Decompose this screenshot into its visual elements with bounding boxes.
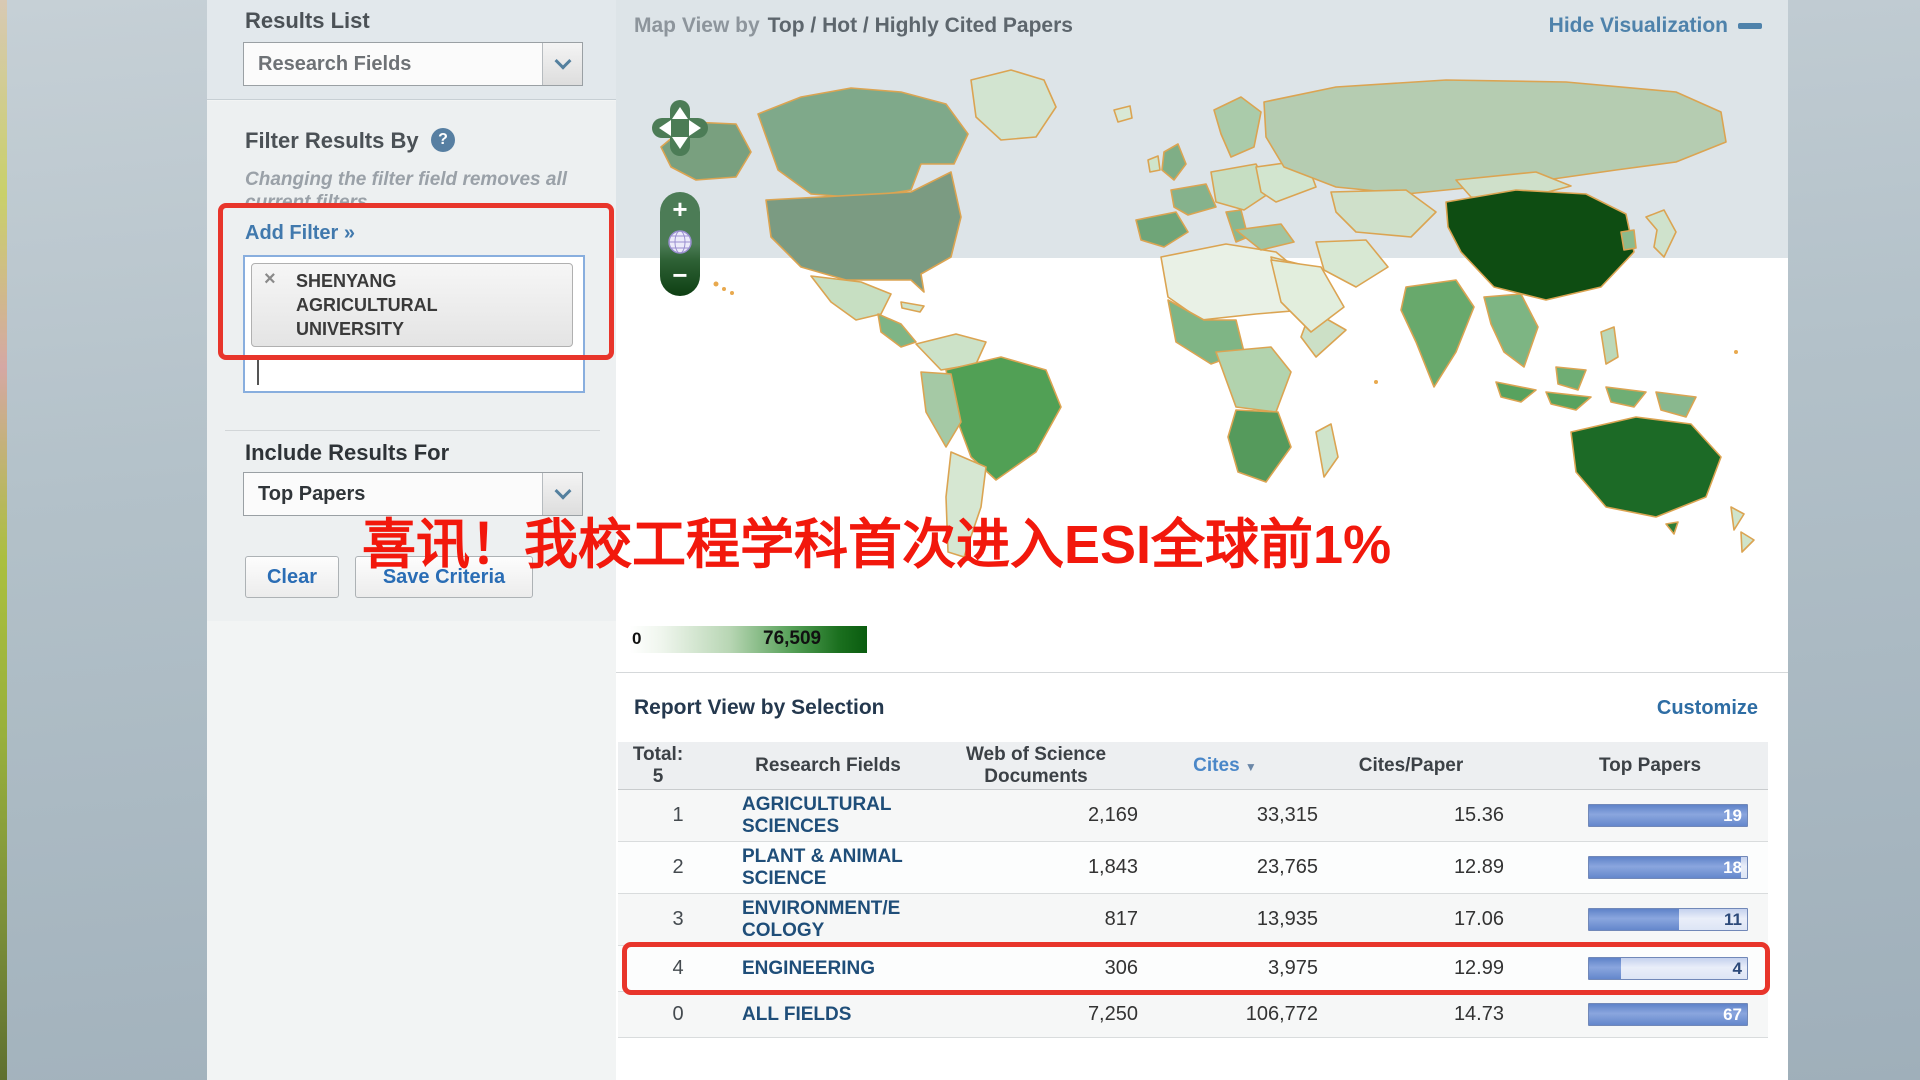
top-papers-bar-fill — [1589, 958, 1621, 979]
zoom-out-icon[interactable]: − — [672, 264, 687, 286]
collapse-icon — [1738, 23, 1762, 29]
top-papers-value: 19 — [1723, 806, 1742, 826]
cpp-cell: 15.36 — [1318, 804, 1504, 827]
top-papers-bar: 18 — [1588, 856, 1748, 879]
map-legend: 0 76,509 — [630, 626, 867, 653]
results-list-dropdown[interactable]: Research Fields — [243, 42, 583, 86]
globe-icon[interactable] — [667, 229, 693, 255]
rank-cell: 0 — [618, 1003, 738, 1026]
field-name-link[interactable]: AGRICULTURALSCIENCES — [738, 794, 1038, 838]
top-papers-bar: 11 — [1588, 908, 1748, 931]
annotation-box-add-filter — [218, 203, 614, 360]
map-title: Top / Hot / Highly Cited Papers — [768, 14, 1073, 38]
total-header: Total: 5 — [630, 744, 686, 788]
table-row[interactable]: 1 AGRICULTURALSCIENCES 2,169 33,315 15.3… — [618, 790, 1768, 842]
top-papers-bar: 4 — [1588, 957, 1748, 980]
top-papers-cell: 19 — [1504, 804, 1768, 827]
sort-desc-icon: ▼ — [1245, 760, 1257, 774]
docs-cell: 1,843 — [1038, 856, 1138, 879]
table-body: 1 AGRICULTURALSCIENCES 2,169 33,315 15.3… — [618, 790, 1768, 1038]
desktop-edge-sliver — [0, 0, 7, 1080]
table-row[interactable]: 3 ENVIRONMENT/ECOLOGY 817 13,935 17.06 1… — [618, 894, 1768, 946]
rank-cell: 4 — [618, 957, 738, 980]
results-list-title: Results List — [245, 8, 370, 34]
clear-button[interactable]: Clear — [245, 556, 339, 598]
customize-link[interactable]: Customize — [1657, 697, 1758, 720]
table-row[interactable]: 2 PLANT & ANIMALSCIENCE 1,843 23,765 12.… — [618, 842, 1768, 894]
legend-max-value: 76,509 — [763, 628, 821, 650]
cites-cell: 23,765 — [1138, 856, 1318, 879]
cites-cell: 106,772 — [1138, 1003, 1318, 1026]
map-title-prefix: Map View by — [634, 14, 760, 38]
report-table: Total: 5 Research Fields Web of Science … — [618, 742, 1768, 1038]
field-name-link[interactable]: PLANT & ANIMALSCIENCE — [738, 846, 1038, 890]
docs-cell: 817 — [1038, 908, 1138, 931]
zoom-in-icon[interactable]: + — [672, 198, 687, 220]
rank-cell: 2 — [618, 856, 738, 879]
cpp-cell: 12.99 — [1318, 957, 1504, 980]
annotation-banner-text: 喜讯！我校工程学科首次进入ESI全球前1% — [362, 500, 1391, 579]
chevron-down-icon — [554, 483, 571, 500]
legend-min-value: 0 — [632, 629, 641, 649]
docs-cell: 306 — [1038, 957, 1138, 980]
cites-cell: 33,315 — [1138, 804, 1318, 827]
cpp-cell: 12.89 — [1318, 856, 1504, 879]
top-papers-value: 18 — [1723, 858, 1742, 878]
field-name-link[interactable]: ENVIRONMENT/ECOLOGY — [738, 898, 1038, 942]
field-name-link[interactable]: ENGINEERING — [738, 958, 1038, 980]
top-papers-bar: 67 — [1588, 1003, 1748, 1026]
dropdown-chevron-button[interactable] — [542, 43, 582, 85]
top-papers-value: 4 — [1733, 959, 1742, 979]
top-papers-cell: 11 — [1504, 908, 1768, 931]
cites-cell: 13,935 — [1138, 908, 1318, 931]
docs-cell: 7,250 — [1038, 1003, 1138, 1026]
top-papers-value: 67 — [1723, 1005, 1742, 1025]
filter-note-line1: Changing the filter field removes all — [245, 168, 575, 191]
rank-cell: 1 — [618, 804, 738, 827]
top-papers-value: 11 — [1724, 910, 1742, 930]
help-icon[interactable]: ? — [431, 128, 455, 152]
table-row[interactable]: 4 ENGINEERING 306 3,975 12.99 4 — [618, 946, 1768, 992]
map-header: Map View by Top / Hot / Highly Cited Pap… — [634, 10, 1762, 42]
top-papers-cell: 4 — [1504, 957, 1768, 980]
top-papers-bar-fill — [1589, 857, 1741, 878]
table-header-row: Total: 5 Research Fields Web of Science … — [618, 742, 1768, 790]
section-divider — [616, 672, 1788, 673]
results-list-section: Results List Research Fields — [207, 0, 616, 100]
cpp-cell: 14.73 — [1318, 1003, 1504, 1026]
table-row[interactable]: 0 ALL FIELDS 7,250 106,772 14.73 67 — [618, 992, 1768, 1038]
rank-cell: 3 — [618, 908, 738, 931]
chevron-down-icon — [554, 53, 571, 70]
top-papers-bar: 19 — [1588, 804, 1748, 827]
col-research-fields: Research Fields — [738, 755, 918, 777]
col-top-papers[interactable]: Top Papers — [1570, 755, 1730, 777]
include-results-title: Include Results For — [245, 440, 449, 466]
col-cites[interactable]: Cites ▼ — [1145, 755, 1305, 778]
cpp-cell: 17.06 — [1318, 908, 1504, 931]
map-zoom-control[interactable]: + − — [660, 192, 700, 296]
col-cites-per-paper[interactable]: Cites/Paper — [1331, 755, 1491, 777]
map-pan-control[interactable] — [652, 100, 708, 156]
top-papers-cell: 18 — [1504, 856, 1768, 879]
hide-visualization-link[interactable]: Hide Visualization — [1549, 14, 1762, 38]
cites-cell: 3,975 — [1138, 957, 1318, 980]
report-title: Report View by Selection — [634, 696, 885, 720]
report-header: Report View by Selection Customize — [634, 690, 1758, 726]
col-wos-documents[interactable]: Web of Science Documents — [936, 744, 1136, 788]
top-papers-cell: 67 — [1504, 1003, 1768, 1026]
docs-cell: 2,169 — [1038, 804, 1138, 827]
sidebar-divider — [225, 430, 600, 431]
results-list-dropdown-value: Research Fields — [244, 53, 542, 76]
field-name-link[interactable]: ALL FIELDS — [738, 1004, 1038, 1026]
top-papers-bar-fill — [1589, 909, 1679, 930]
filter-results-by-title: Filter Results By — [245, 128, 419, 154]
